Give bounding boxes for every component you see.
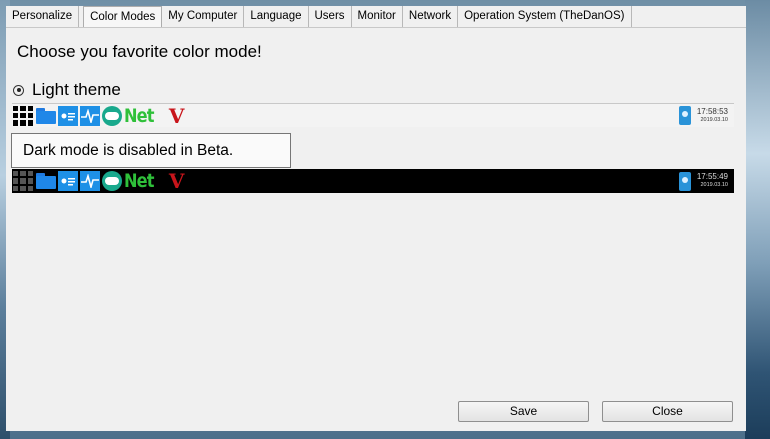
tab-users[interactable]: Users xyxy=(308,6,352,27)
tab-operation-system[interactable]: Operation System (TheDanOS) xyxy=(458,6,632,27)
v-logo: V xyxy=(168,103,185,128)
light-theme-label: Light theme xyxy=(32,80,121,99)
tab-personalize[interactable]: Personalize xyxy=(6,6,80,27)
clock: 17:58:53 2019.03.10 xyxy=(696,106,728,124)
gamepad-icon xyxy=(102,105,122,126)
settings-window: Personalize Color Modes My Computer Lang… xyxy=(6,6,746,431)
color-modes-panel: Choose you favorite color mode! Light th… xyxy=(6,27,746,431)
save-button[interactable]: Save xyxy=(458,401,589,422)
contact-card-icon xyxy=(58,105,78,126)
light-theme-option[interactable]: Light theme xyxy=(13,80,121,100)
clock: 17:55:49 2019.03.10 xyxy=(697,173,728,189)
clock-time: 17:58:53 xyxy=(696,106,728,116)
close-button[interactable]: Close xyxy=(602,401,733,422)
net-app-label: Net xyxy=(124,104,154,127)
tab-network[interactable]: Network xyxy=(402,6,459,27)
tab-color-modes[interactable]: Color Modes xyxy=(83,6,163,28)
clock-date: 2019.03.10 xyxy=(700,182,728,189)
grid-icon xyxy=(13,105,33,126)
location-pin-icon xyxy=(678,106,691,125)
gamepad-icon xyxy=(102,171,122,191)
location-pin-icon xyxy=(678,171,691,191)
grid-icon xyxy=(13,171,33,191)
light-theme-radio[interactable] xyxy=(13,84,24,96)
tab-monitor[interactable]: Monitor xyxy=(351,6,403,27)
v-logo: V xyxy=(168,169,185,193)
dark-mode-disabled-tooltip: Dark mode is disabled in Beta. xyxy=(11,133,291,168)
clock-time: 17:55:49 xyxy=(696,172,728,182)
page-title: Choose you favorite color mode! xyxy=(17,42,262,61)
contact-card-icon xyxy=(58,171,78,191)
tab-language[interactable]: Language xyxy=(244,6,309,27)
net-app-label: Net xyxy=(124,170,154,192)
clock-date: 2019.03.10 xyxy=(700,116,728,123)
tab-strip: Personalize Color Modes My Computer Lang… xyxy=(6,6,632,28)
system-tray: 17:58:53 2019.03.10 xyxy=(678,106,728,125)
system-tray: 17:55:49 2019.03.10 xyxy=(678,171,728,191)
desktop-wallpaper-right xyxy=(745,0,770,439)
folder-icon xyxy=(36,107,56,124)
heartbeat-icon xyxy=(80,105,100,126)
folder-icon xyxy=(36,173,56,189)
heartbeat-icon xyxy=(80,171,100,191)
light-taskbar-preview: Net V 17:58:53 2019.03.10 xyxy=(12,103,734,127)
tab-my-computer[interactable]: My Computer xyxy=(162,6,245,27)
dark-taskbar-preview: Net V 17:55:49 2019.03.10 xyxy=(12,169,734,193)
